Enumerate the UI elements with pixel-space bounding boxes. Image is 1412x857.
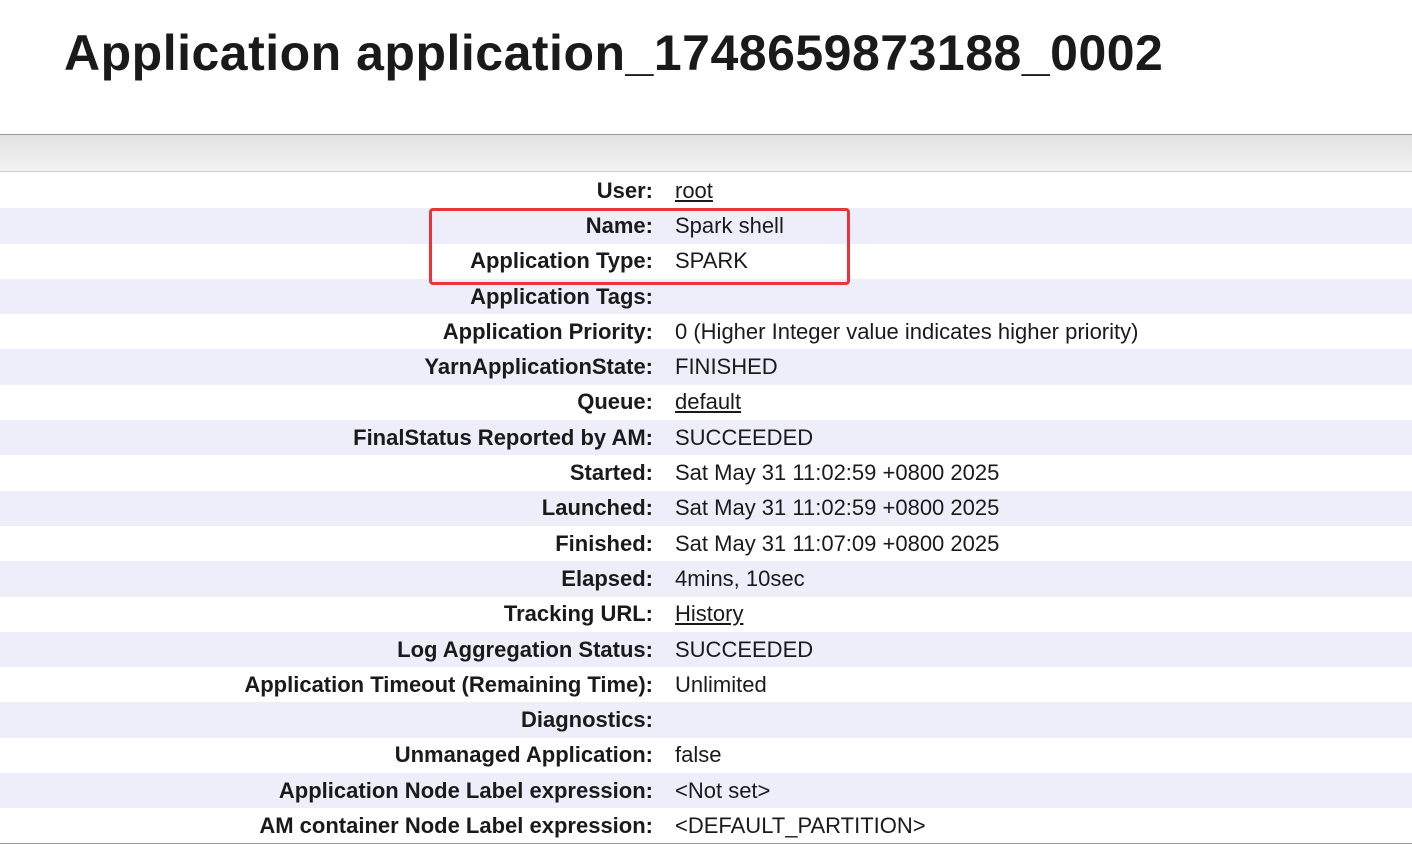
info-row-value: FINISHED [675,354,778,380]
page-title: Application application_1748659873188_00… [64,25,1164,81]
info-row-label: YarnApplicationState: [424,354,653,380]
info-row-value-cell: root [663,173,1412,208]
info-row-value: Unlimited [675,671,767,697]
info-row-label: Unmanaged Application: [394,742,653,768]
info-row-label: Application Timeout (Remaining Time): [244,671,653,697]
info-row-value-cell: SUCCEEDED [663,420,1412,455]
info-row-label: Application Priority: [442,318,653,344]
info-row-label: Application Tags: [470,283,653,309]
info-row: Application Timeout (Remaining Time): Unl… [0,667,1412,702]
info-row-value-cell: Sat May 31 11:02:59 +0800 2025 [663,491,1412,526]
info-row-value: false [675,742,722,768]
info-row: Application Node Label expression: <Not s… [0,773,1412,809]
info-row-label: FinalStatus Reported by AM: [353,424,653,450]
info-row: Diagnostics: [0,702,1412,738]
info-row: Launched: Sat May 31 11:02:59 +0800 2025 [0,490,1412,526]
info-row: Application Type: SPARK [0,244,1412,279]
info-row: Application Tags: [0,278,1412,315]
info-row: AM container Node Label expression: <DEFA… [0,808,1412,843]
info-row-label: Application Type: [470,248,653,274]
info-row-value-cell: 4mins, 10sec [663,561,1412,596]
info-row-value-cell: SUCCEEDED [663,632,1412,667]
application-info-table: User: root Name: Spark shell Application Typ… [0,173,1412,844]
info-row-label: Application Node Label expression: [278,777,653,803]
info-row: Started: Sat May 31 11:02:59 +0800 2025 [0,455,1412,490]
info-row-value: Sat May 31 11:02:59 +0800 2025 [675,460,1000,486]
info-row-label: Elapsed: [561,565,653,591]
info-row-label: Finished: [555,530,653,556]
info-row-value-cell: Spark shell [663,208,1412,243]
info-row-label: Tracking URL: [503,601,653,627]
info-row: Unmanaged Application: false [0,738,1412,773]
info-row-value: 4mins, 10sec [675,565,805,591]
info-row-value-cell: 0 (Higher Integer value indicates higher… [663,314,1412,349]
info-row-value-link[interactable]: default [675,389,741,414]
bottom-divider [0,843,1412,844]
info-row-label: Started: [569,460,653,486]
info-row-value: Sat May 31 11:02:59 +0800 2025 [675,495,1000,521]
info-row-value-cell [663,702,1412,737]
info-row-value-cell: SPARK [663,244,1412,279]
info-row-label: AM container Node Label expression: [259,812,653,838]
info-row-value-cell: default [663,385,1412,420]
info-row-value: 0 (Higher Integer value indicates higher… [675,318,1139,344]
info-row: Finished: Sat May 31 11:07:09 +0800 2025 [0,526,1412,561]
info-row: Queue: default [0,385,1412,420]
info-row-value-cell: <DEFAULT_PARTITION> [663,808,1412,843]
info-row: User: root [0,173,1412,208]
info-row: Name: Spark shell [0,208,1412,244]
info-row-value: <DEFAULT_PARTITION> [675,812,926,838]
info-row: Application Priority: 0 (Higher Integer v… [0,314,1412,349]
info-row-label: Diagnostics: [520,707,653,733]
info-row: YarnApplicationState: FINISHED [0,349,1412,385]
info-row-value-link[interactable]: History [675,601,743,626]
info-row: Log Aggregation Status: SUCCEEDED [0,631,1412,668]
info-row-value-cell: Unlimited [663,667,1412,702]
info-row-value-cell: Sat May 31 11:07:09 +0800 2025 [663,526,1412,561]
info-row-value: SUCCEEDED [675,636,814,662]
info-row-value: SUCCEEDED [675,424,814,450]
info-row: Elapsed: 4mins, 10sec [0,561,1412,597]
info-row-value-cell: false [663,738,1412,773]
page-header: Application application_1748659873188_00… [0,0,1412,135]
info-row-value: <Not set> [675,777,771,803]
info-row-value: Spark shell [675,212,784,238]
info-row-label: Queue: [577,389,653,415]
info-row-label: User: [596,177,653,203]
info-row-label: Log Aggregation Status: [397,636,653,662]
info-row-label: Launched: [541,495,653,521]
info-row-value-cell: <Not set> [663,773,1412,808]
info-row-value-cell: History [663,597,1412,632]
application-info-body: User: root Name: Spark shell Application Typ… [0,173,1412,844]
info-row-value-cell: FINISHED [663,349,1412,384]
info-row-label: Name: [585,212,653,238]
info-row-value-cell: Sat May 31 11:02:59 +0800 2025 [663,455,1412,490]
info-row-value: SPARK [675,248,748,274]
info-row-value: Sat May 31 11:07:09 +0800 2025 [675,530,1000,556]
info-row: Tracking URL: History [0,597,1412,632]
info-row-value-cell [663,279,1412,314]
toolbar-strip [0,135,1412,172]
info-row-value-link[interactable]: root [675,178,713,203]
info-row: FinalStatus Reported by AM: SUCCEEDED [0,420,1412,456]
